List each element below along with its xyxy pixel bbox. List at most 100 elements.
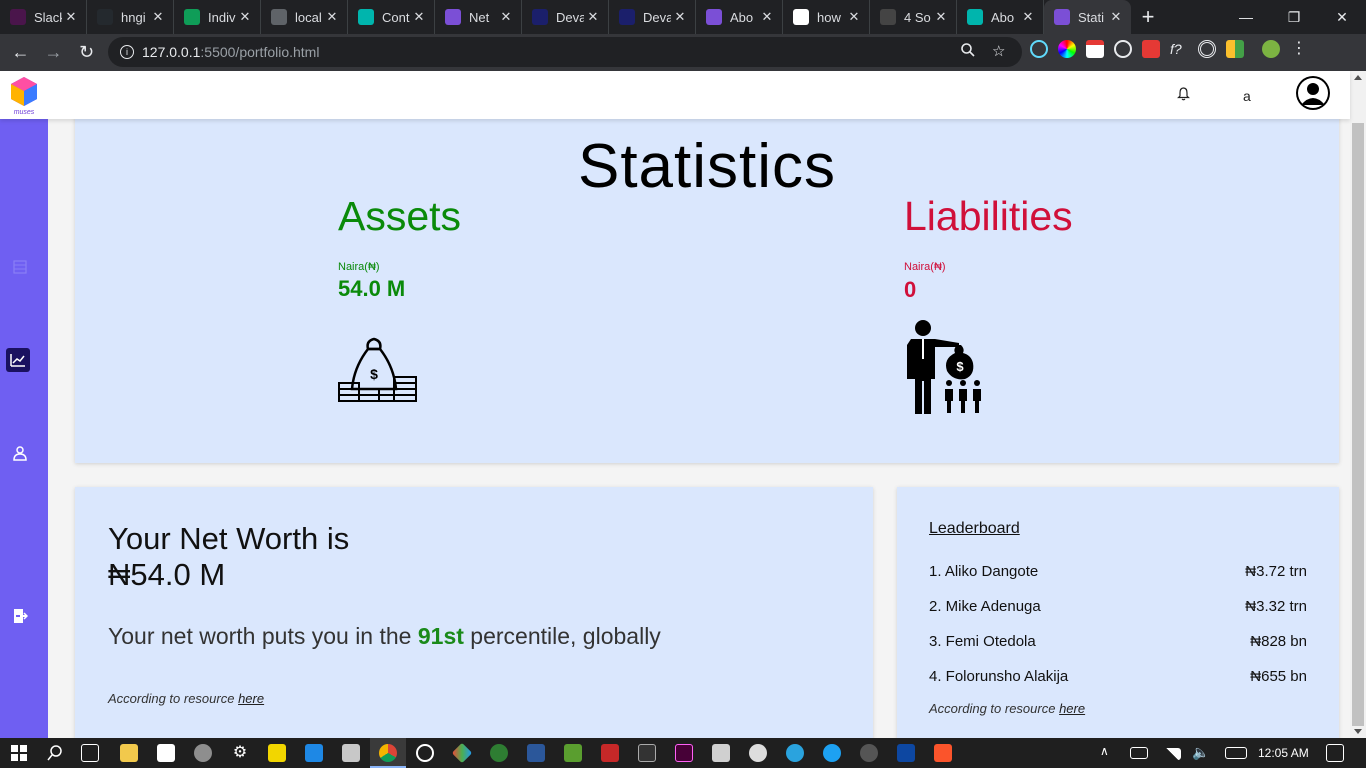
sidebar-statistics-icon[interactable] xyxy=(6,348,30,372)
app-circle-icon[interactable] xyxy=(749,744,767,762)
networth-source-link[interactable]: here xyxy=(238,691,264,706)
notepad-icon[interactable] xyxy=(342,744,360,762)
browser-tab[interactable]: how ✕ xyxy=(783,0,870,34)
reload-button[interactable]: ↻ xyxy=(70,36,103,69)
fonts-ninja-icon[interactable]: f? xyxy=(1170,40,1188,58)
zoom-icon[interactable] xyxy=(960,42,976,62)
volume-icon[interactable]: 🔈 xyxy=(1192,744,1210,762)
liabilities-title: Liabilities xyxy=(904,193,1073,239)
browser-tab[interactable]: local ✕ xyxy=(261,0,348,34)
app-red-icon[interactable] xyxy=(601,744,619,762)
browser-tab[interactable]: 4 So ✕ xyxy=(870,0,957,34)
scroll-down-arrow[interactable] xyxy=(1354,729,1362,734)
bookmark-star-icon[interactable]: ☆ xyxy=(992,42,1005,60)
browser-tab[interactable]: Indiv ✕ xyxy=(174,0,261,34)
notification-icon[interactable] xyxy=(1326,744,1344,762)
battery-icon[interactable] xyxy=(1130,747,1148,759)
scroll-up-arrow[interactable] xyxy=(1354,75,1362,80)
store-icon[interactable] xyxy=(157,744,175,762)
utorrent-icon[interactable] xyxy=(490,744,508,762)
adobe-xd-icon[interactable] xyxy=(675,744,693,762)
vscode-icon[interactable] xyxy=(305,744,323,762)
app-logo[interactable]: muses xyxy=(8,75,40,116)
chrome-menu-icon[interactable]: ⋮ xyxy=(1290,40,1308,58)
react-devtools-icon[interactable] xyxy=(1030,40,1048,58)
browser-tab[interactable]: Cont ✕ xyxy=(348,0,435,34)
tab-close-icon[interactable]: ✕ xyxy=(149,9,167,25)
networth-source: According to resource here xyxy=(108,691,264,706)
browser-tab[interactable]: hngi ✕ xyxy=(87,0,174,34)
extension-f-icon[interactable] xyxy=(1142,40,1160,58)
address-bar[interactable]: i 127.0.0.1:5500/portfolio.html ☆ xyxy=(108,37,1022,67)
browser-tab[interactable]: Slack✕ xyxy=(0,0,87,34)
extension-grid-icon[interactable] xyxy=(1226,40,1244,58)
twitter-icon[interactable] xyxy=(823,744,841,762)
extension-hand-icon[interactable] xyxy=(1114,40,1132,58)
page-scrollbar[interactable] xyxy=(1350,71,1366,738)
browser-tab[interactable]: Stati ✕ xyxy=(1044,0,1131,34)
extension-red-icon[interactable] xyxy=(1086,40,1104,58)
browser-tab[interactable]: Abo ✕ xyxy=(696,0,783,34)
git-icon[interactable] xyxy=(451,742,473,764)
browser-tab[interactable]: Abo ✕ xyxy=(957,0,1044,34)
user-avatar[interactable] xyxy=(1296,76,1330,110)
brave-icon[interactable] xyxy=(934,744,952,762)
browser-tab[interactable]: Net ✕ xyxy=(435,0,522,34)
close-window-button[interactable]: ✕ xyxy=(1318,0,1366,34)
tab-title: Indiv xyxy=(208,9,236,25)
tray-chevron-icon[interactable]: ∧ xyxy=(1100,744,1118,762)
chrome-taskbar-icon[interactable] xyxy=(379,744,397,762)
minimize-button[interactable]: — xyxy=(1222,0,1270,34)
tab-close-icon[interactable]: ✕ xyxy=(1019,9,1037,25)
tab-close-icon[interactable]: ✕ xyxy=(497,9,515,25)
leader-value: ₦828 bn xyxy=(1250,633,1307,650)
tab-close-icon[interactable]: ✕ xyxy=(845,9,863,25)
new-tab-button[interactable]: + xyxy=(1131,0,1165,34)
nodejs-icon[interactable] xyxy=(268,744,286,762)
tab-close-icon[interactable]: ✕ xyxy=(236,9,254,25)
word-icon[interactable] xyxy=(527,744,545,762)
browser-tab[interactable]: Deva ✕ xyxy=(609,0,696,34)
leaderboard-source-link[interactable]: here xyxy=(1059,701,1085,716)
app-icon[interactable] xyxy=(194,744,212,762)
github-desktop-icon[interactable] xyxy=(860,744,878,762)
windows-start-icon[interactable] xyxy=(10,744,28,762)
sidebar-logout-icon[interactable] xyxy=(8,604,32,628)
search-icon[interactable] xyxy=(46,744,64,762)
powershell-icon[interactable] xyxy=(897,744,915,762)
tab-close-icon[interactable]: ✕ xyxy=(1107,9,1125,25)
extension-target-icon[interactable] xyxy=(1198,40,1216,58)
file-explorer-icon[interactable] xyxy=(120,744,138,762)
user-initial[interactable]: a xyxy=(1243,88,1251,104)
tab-close-icon[interactable]: ✕ xyxy=(758,9,776,25)
task-view-icon[interactable] xyxy=(81,744,99,762)
sidebar-dashboard-icon[interactable] xyxy=(8,255,32,279)
color-picker-icon[interactable] xyxy=(1058,40,1076,58)
back-button[interactable]: ← xyxy=(4,36,37,69)
tab-close-icon[interactable]: ✕ xyxy=(932,9,950,25)
sidebar-profile-icon[interactable] xyxy=(8,441,32,465)
telegram-icon[interactable] xyxy=(786,744,804,762)
cmd-icon[interactable] xyxy=(638,744,656,762)
bell-icon[interactable] xyxy=(1177,87,1190,104)
taskbar-clock[interactable]: 12:05 AM xyxy=(1258,746,1309,760)
browser-tab[interactable]: Deva ✕ xyxy=(522,0,609,34)
scrollbar-thumb[interactable] xyxy=(1352,123,1364,726)
tab-title: Abo xyxy=(730,9,754,25)
tab-close-icon[interactable]: ✕ xyxy=(584,9,602,25)
keyboard-icon[interactable] xyxy=(1225,747,1247,759)
tab-close-icon[interactable]: ✕ xyxy=(671,9,689,25)
restore-button[interactable]: ❐ xyxy=(1270,0,1318,34)
tab-close-icon[interactable]: ✕ xyxy=(410,9,428,25)
lambda-icon[interactable] xyxy=(564,744,582,762)
settings-gear-icon[interactable]: ⚙ xyxy=(231,744,249,762)
site-info-icon[interactable]: i xyxy=(120,45,134,59)
obs-icon[interactable] xyxy=(416,744,434,762)
tab-close-icon[interactable]: ✕ xyxy=(323,9,341,25)
tab-close-icon[interactable]: ✕ xyxy=(62,9,80,25)
profile-icon[interactable] xyxy=(1262,40,1280,58)
window-controls: — ❐ ✕ xyxy=(1222,0,1366,34)
network-icon[interactable] xyxy=(1163,748,1181,760)
forward-button[interactable]: → xyxy=(37,36,70,69)
calculator-icon[interactable] xyxy=(712,744,730,762)
